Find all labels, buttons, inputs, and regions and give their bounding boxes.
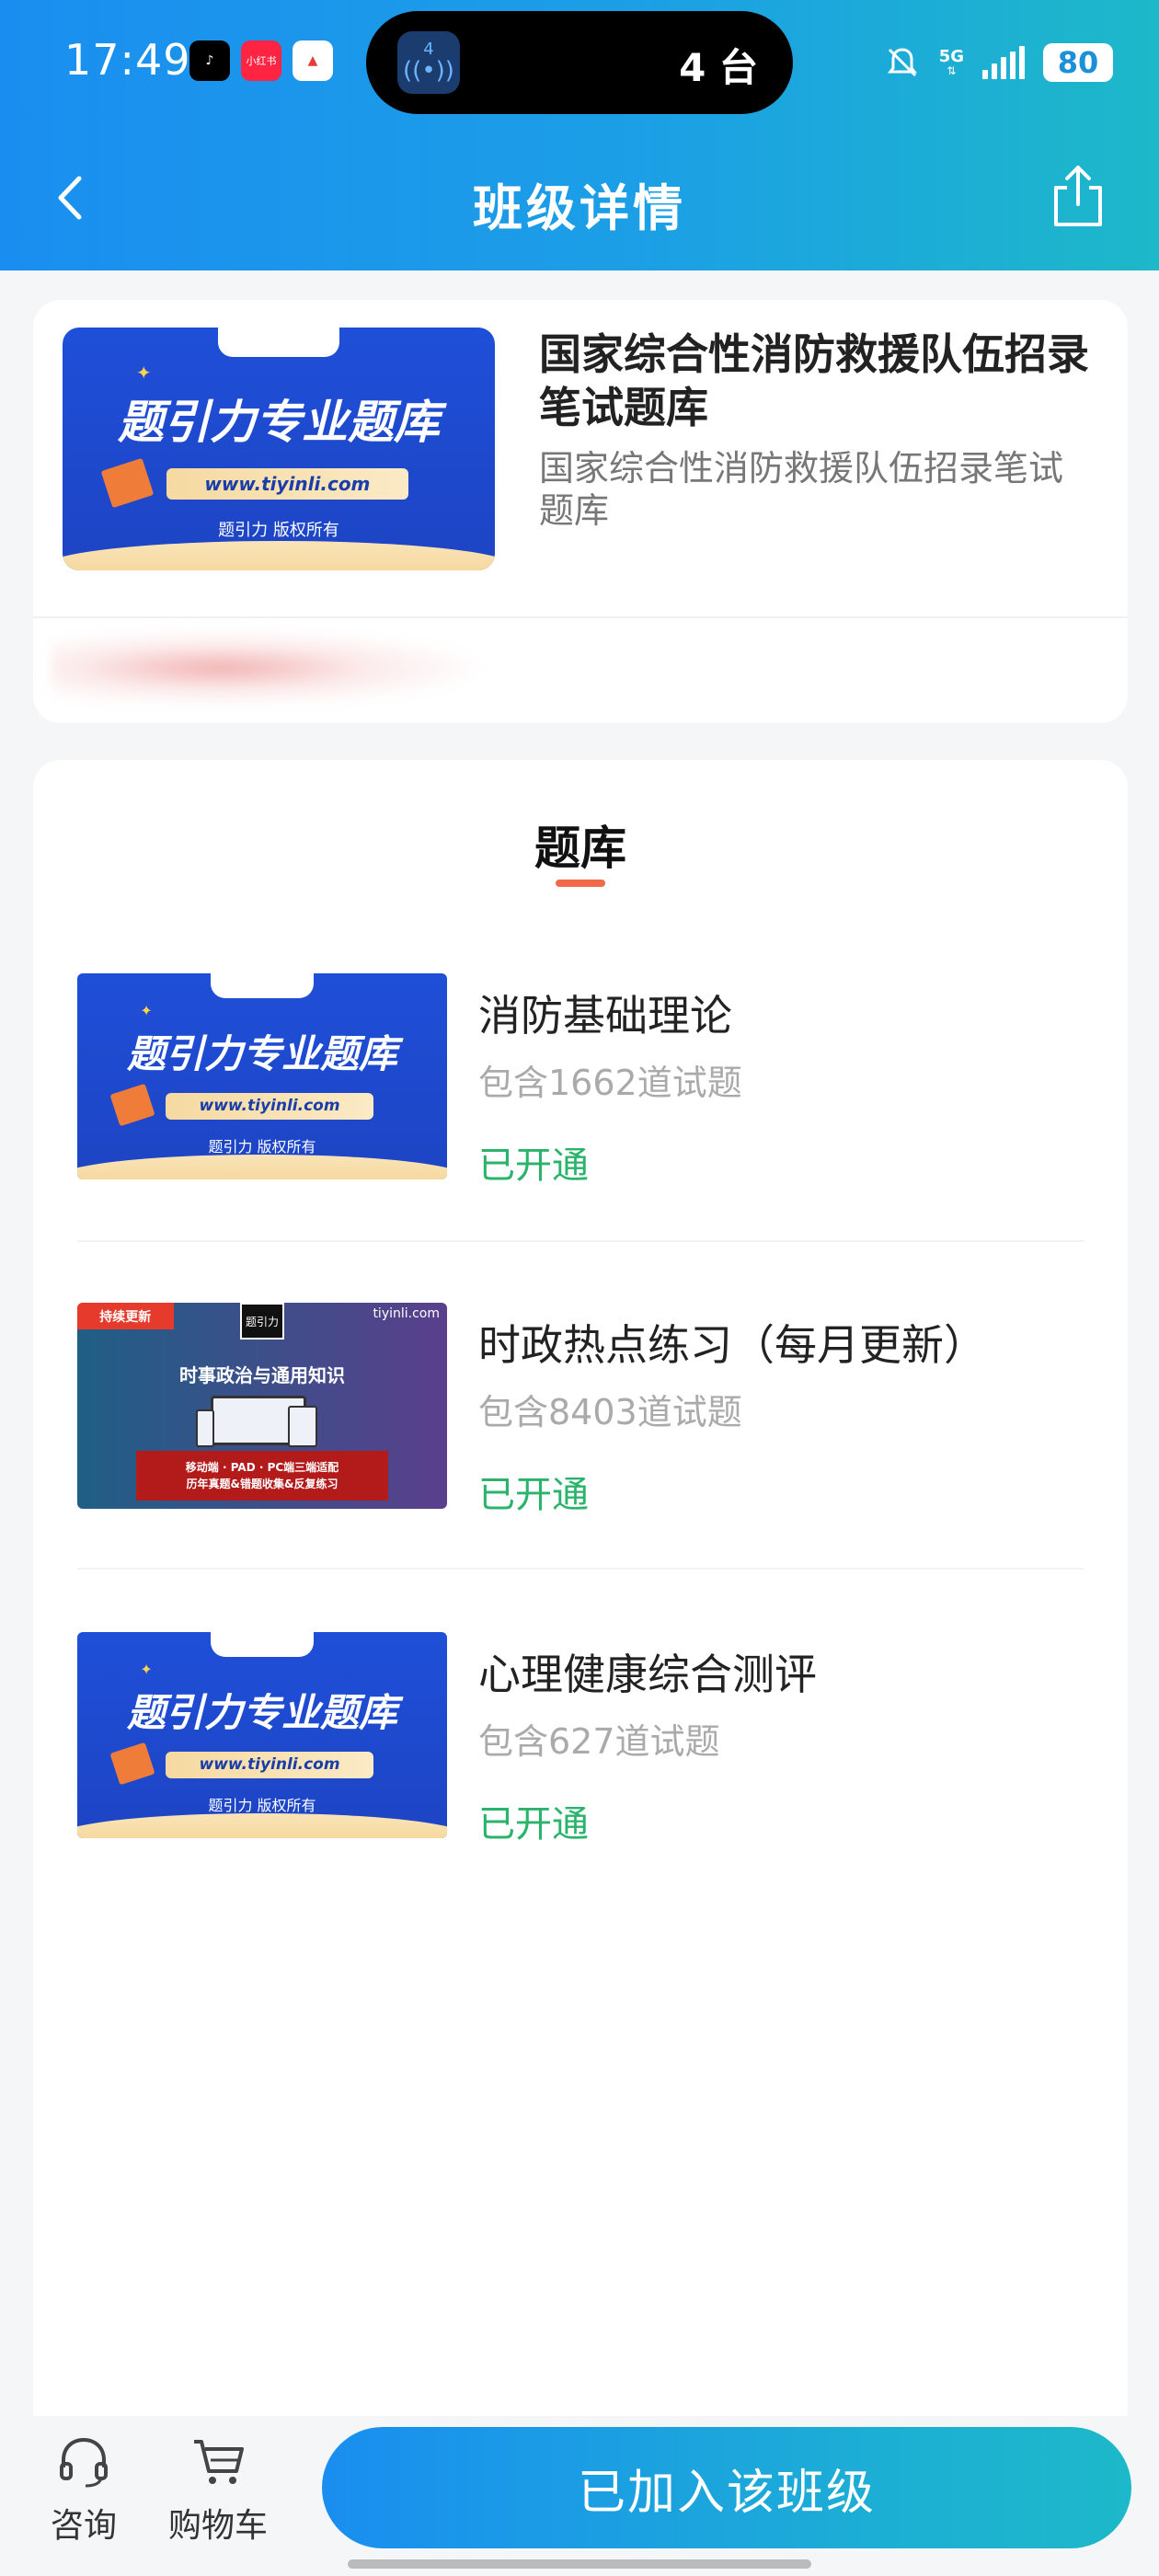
cover-copyright: 题引力 版权所有 xyxy=(208,1796,316,1814)
divider xyxy=(33,616,1128,618)
headset-icon xyxy=(60,2437,108,2488)
battery-icon: 80 xyxy=(1043,43,1113,82)
douyin-icon: ♪ xyxy=(189,40,230,81)
section-underline xyxy=(556,880,605,887)
cover-headline: 时事政治与通用知识 xyxy=(179,1363,345,1386)
mute-bell-icon xyxy=(887,48,917,77)
header: 17:49 ♪ 小红书 ▲ 4 ((•)) 4 台 5G ⇅ 80 班级详情 xyxy=(0,0,1159,270)
cover-feature-line: 移动端 · PAD · PC端三端适配 xyxy=(185,1461,339,1475)
status-bar: 17:49 ♪ 小红书 ▲ 4 ((•)) 4 台 5G ⇅ 80 xyxy=(0,0,1159,129)
cover-copyright: 题引力 版权所有 xyxy=(218,520,339,540)
brand-logo: 题引力 xyxy=(239,1303,285,1340)
bank-item-politics[interactable]: 持续更新 题引力 tiyinli.com 时事政治与通用知识 移动端 · PAD… xyxy=(77,1303,1084,1516)
bank-item-count: 包含1662道试题 xyxy=(478,1063,742,1103)
book-icon xyxy=(109,1084,155,1127)
section-title: 题库 xyxy=(534,822,626,875)
signal-icon xyxy=(982,46,1025,79)
status-indicators: 5G ⇅ 80 xyxy=(884,37,1113,88)
cover-url: www.tiyinli.com xyxy=(166,468,408,500)
cover-copyright: 题引力 版权所有 xyxy=(208,1137,316,1156)
cover-url: www.tiyinli.com xyxy=(166,1751,373,1779)
divider xyxy=(77,1240,1084,1242)
cover-brand-tab xyxy=(218,328,339,357)
tablet-icon xyxy=(288,1406,318,1447)
bank-item-cover: ✦ 题引力专业题库 www.tiyinli.com 题引力 版权所有 xyxy=(77,973,447,1179)
bank-item-cover: ✦ 题引力专业题库 www.tiyinli.com 题引力 版权所有 xyxy=(77,1632,447,1838)
bank-item-fire-theory[interactable]: ✦ 题引力专业题库 www.tiyinli.com 题引力 版权所有 消防基础理… xyxy=(77,973,1084,1187)
blurred-redaction xyxy=(52,631,475,705)
broadcast-icon: 4 ((•)) xyxy=(397,31,460,94)
star-icon: ✦ xyxy=(135,361,152,384)
cover-brand-tab xyxy=(210,1632,315,1657)
cart-button[interactable]: 购物车 xyxy=(167,2416,269,2554)
island-text: 4 台 xyxy=(679,45,758,90)
cover-url: www.tiyinli.com xyxy=(166,1092,373,1121)
cover-features: 移动端 · PAD · PC端三端适配 历年真题&错题收集&反复练习 xyxy=(136,1451,388,1501)
bank-item-status: 已开通 xyxy=(478,1144,589,1187)
cover-feature-line: 历年真题&错题收集&反复练习 xyxy=(186,1478,339,1491)
question-bank-card: 题库 ✦ 题引力专业题库 www.tiyinli.com 题引力 版权所有 消防… xyxy=(33,760,1128,2416)
class-cover-image: ✦ 题引力专业题库 www.tiyinli.com 题引力 版权所有 xyxy=(63,328,495,570)
xiaohongshu-icon: 小红书 xyxy=(241,40,281,81)
phone-icon xyxy=(195,1409,214,1447)
class-description: 国家综合性消防救援队伍招录笔试题库 xyxy=(539,448,1064,531)
cart-icon xyxy=(194,2440,244,2484)
bank-item-status: 已开通 xyxy=(478,1474,589,1516)
bank-item-title: 心理健康综合测评 xyxy=(478,1650,817,1699)
cover-wave xyxy=(77,1155,447,1179)
bank-item-psychology[interactable]: ✦ 题引力专业题库 www.tiyinli.com 题引力 版权所有 心理健康综… xyxy=(77,1632,1084,1846)
cover-site: tiyinli.com xyxy=(373,1306,440,1321)
page-title: 班级详情 xyxy=(473,179,686,237)
share-icon xyxy=(1054,166,1102,226)
island-badge: 4 xyxy=(423,40,434,59)
bank-item-cover: 持续更新 题引力 tiyinli.com 时事政治与通用知识 移动端 · PAD… xyxy=(77,1303,447,1509)
home-indicator[interactable] xyxy=(348,2559,811,2569)
divider xyxy=(77,1568,1084,1570)
bank-item-title: 消防基础理论 xyxy=(478,991,732,1041)
cover-headline: 题引力专业题库 xyxy=(126,1689,397,1735)
book-icon xyxy=(100,457,155,509)
cart-label: 购物车 xyxy=(167,2507,268,2545)
dynamic-island[interactable]: 4 ((•)) 4 台 xyxy=(366,11,793,114)
consult-button[interactable]: 咨询 xyxy=(33,2416,134,2554)
update-badge: 持续更新 xyxy=(77,1303,174,1330)
star-icon: ✦ xyxy=(140,1661,153,1679)
bank-item-status: 已开通 xyxy=(478,1803,589,1846)
joined-class-button[interactable]: 已加入该班级 xyxy=(322,2427,1131,2548)
bottom-bar: 咨询 购物车 已加入该班级 xyxy=(0,2416,1159,2576)
book-icon xyxy=(109,1742,155,1786)
consult-label: 咨询 xyxy=(50,2507,117,2545)
nav-bar: 班级详情 xyxy=(0,147,1159,248)
bank-item-count: 包含8403道试题 xyxy=(478,1392,742,1432)
bank-item-title: 时政热点练习（每月更新） xyxy=(478,1320,986,1370)
cover-headline: 题引力专业题库 xyxy=(118,396,440,450)
class-title: 国家综合性消防救援队伍招录笔试题库 xyxy=(539,329,1089,432)
bank-item-count: 包含627道试题 xyxy=(478,1721,720,1762)
clock: 17:49 xyxy=(64,35,191,85)
share-button[interactable] xyxy=(1045,160,1111,230)
cover-brand-tab xyxy=(210,973,315,998)
alert-app-icon: ▲ xyxy=(293,40,333,81)
class-info-card: ✦ 题引力专业题库 www.tiyinli.com 题引力 版权所有 国家综合性… xyxy=(33,300,1128,723)
cover-wave xyxy=(77,1813,447,1838)
network-type: 5G xyxy=(938,47,964,66)
cover-headline: 题引力专业题库 xyxy=(126,1030,397,1076)
star-icon: ✦ xyxy=(140,1002,153,1020)
cover-wave xyxy=(63,541,495,570)
